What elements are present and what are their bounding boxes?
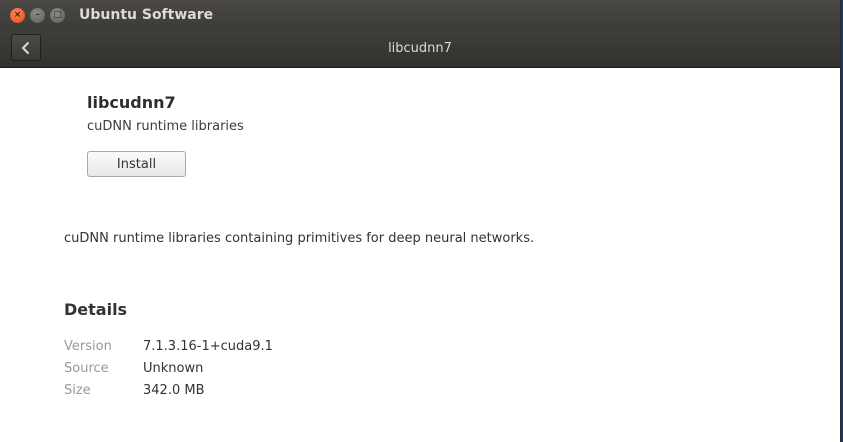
window-title: Ubuntu Software [79,7,214,23]
app-details-page: libcudnn7 cuDNN runtime libraries Instal… [0,68,840,442]
back-button[interactable] [11,34,41,61]
header-bar: libcudnn7 [0,30,840,68]
maximize-window-button[interactable]: □ [50,7,65,23]
detail-value: 342.0 MB [143,383,205,398]
maximize-icon: □ [53,9,62,20]
details-row-version: Version 7.1.3.16-1+cuda9.1 [64,339,273,354]
app-name: libcudnn7 [87,93,176,112]
app-description: cuDNN runtime libraries containing primi… [64,231,535,246]
detail-label: Version [64,339,112,354]
minimize-icon: – [35,9,40,20]
close-window-button[interactable]: × [10,7,25,23]
detail-label: Size [64,383,91,398]
details-row-size: Size 342.0 MB [64,383,204,398]
detail-label: Source [64,361,109,376]
minimize-window-button[interactable]: – [30,7,45,23]
details-row-source: Source Unknown [64,361,203,376]
chevron-left-icon [22,41,29,54]
app-summary: cuDNN runtime libraries [87,119,244,134]
window-titlebar[interactable]: × – □ Ubuntu Software [0,0,840,30]
close-icon: × [13,9,22,20]
detail-value: Unknown [143,361,204,376]
install-button[interactable]: Install [87,151,186,177]
page-title: libcudnn7 [388,41,452,56]
app-window: × – □ Ubuntu Software libcudnn7 libcudnn… [0,0,841,442]
details-heading: Details [64,300,128,319]
detail-value: 7.1.3.16-1+cuda9.1 [143,339,273,354]
